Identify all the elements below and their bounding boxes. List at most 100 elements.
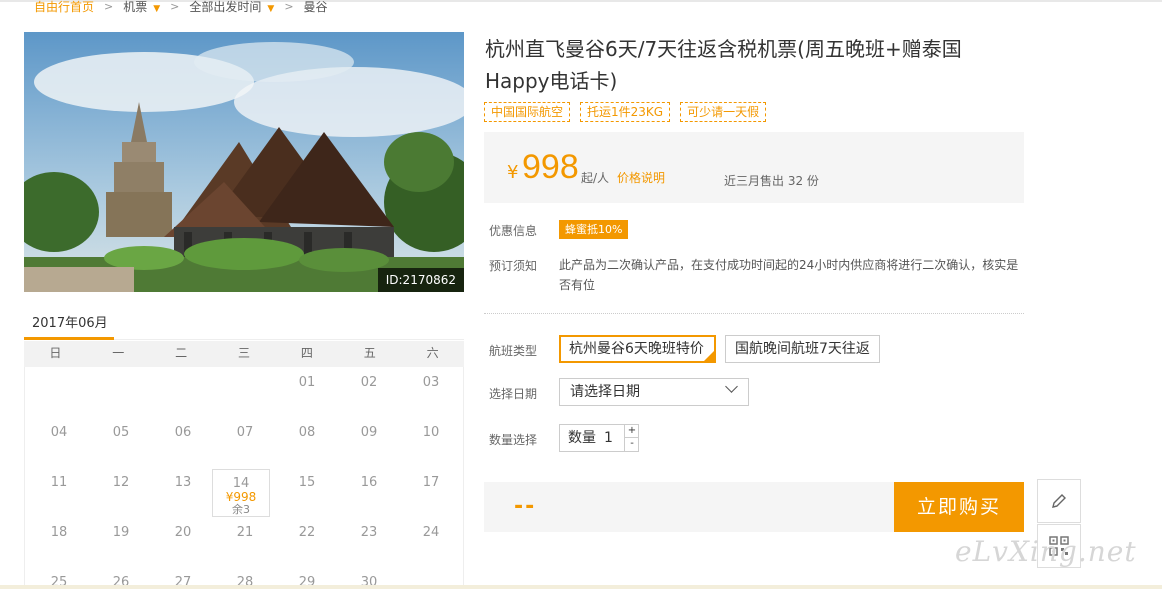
total-bar: -- <box>484 482 894 532</box>
calendar-day: 18 <box>28 517 90 565</box>
calendar-day: 02 <box>338 367 400 415</box>
selected-corner-icon <box>704 351 714 361</box>
flight-type-label: 航班类型 <box>489 344 538 358</box>
calendar-day: 12 <box>90 467 152 515</box>
calendar-day: 16 <box>338 467 400 515</box>
calendar-grid: 01 02 03 04 05 06 07 08 09 10 11 12 13 14 ¥998 余3 15 16 17… <box>24 367 464 589</box>
chevron-right-icon: > <box>170 0 180 13</box>
calendar-day-number: 13 <box>174 475 192 490</box>
breadcrumb-flights[interactable]: 机票 ▼ <box>123 0 160 15</box>
flight-option-hangzhou-bangkok[interactable]: 杭州曼谷6天晚班特价 <box>559 335 716 363</box>
edit-tool-button[interactable] <box>1037 479 1081 523</box>
buy-now-button[interactable]: 立即购买 <box>894 482 1024 532</box>
calendar-day: 11 <box>28 467 90 515</box>
promo-badge: 蜂蜜抵10% <box>559 220 629 239</box>
calendar-day-number: 14 <box>232 476 250 491</box>
calendar-day: 17 <box>400 467 462 515</box>
weekday-label: 五 <box>363 346 376 360</box>
calendar-day-number: 20 <box>174 525 192 540</box>
calendar-day-number: 08 <box>298 425 316 440</box>
flight-option-air-china[interactable]: 国航晚间航班7天往返 <box>725 335 880 363</box>
calendar-day: 06 <box>152 417 214 465</box>
tag-airline: 中国国际航空 <box>484 102 571 122</box>
active-month-indicator <box>24 337 114 340</box>
calendar-day-number: 05 <box>112 425 130 440</box>
calendar-day: 24 <box>400 517 462 565</box>
temple-photo <box>24 32 464 292</box>
price-unit: 起/人 <box>581 171 610 185</box>
quantity-stepper: 数量 1 + - <box>559 424 639 452</box>
calendar-day: 20 <box>152 517 214 565</box>
calendar-day-number: 10 <box>422 425 440 440</box>
calendar-day: 04 <box>28 417 90 465</box>
calendar-day-number: 21 <box>236 525 254 540</box>
calendar-day-number: 07 <box>236 425 254 440</box>
calendar-day: 21 <box>214 517 276 565</box>
calendar-day-number: 19 <box>112 525 130 540</box>
calendar-day-number: 06 <box>174 425 192 440</box>
calendar-day-number: 24 <box>422 525 440 540</box>
weekday-label: 日 <box>49 346 62 360</box>
sold-count: 近三月售出 32 份 <box>724 174 819 188</box>
breadcrumb: 自由行首页 > 机票 ▼ > 全部出发时间 ▼ > 曼谷 <box>34 0 328 14</box>
calendar-day-number: 17 <box>422 475 440 490</box>
calendar-day-number: 11 <box>50 475 68 490</box>
price-note-link[interactable]: 价格说明 <box>617 169 665 186</box>
calendar-day-number: 15 <box>298 475 316 490</box>
calendar-day: 23 <box>338 517 400 565</box>
weekday-label: 二 <box>175 346 188 360</box>
breadcrumb-departure-time[interactable]: 全部出发时间 ▼ <box>189 0 274 15</box>
calendar-day: 08 <box>276 417 338 465</box>
watermark-logo: eLvXing.net <box>955 535 1137 568</box>
price-amount: 998 <box>522 148 579 186</box>
calendar-day[interactable]: 14 ¥998 余3 <box>212 469 270 517</box>
quantity-increase-button[interactable]: + <box>624 425 639 438</box>
photo-id-label: ID:2170862 <box>377 268 464 292</box>
calendar-day-number: 22 <box>298 525 316 540</box>
calendar-day: 15 <box>276 467 338 515</box>
tag-baggage: 托运1件23KG <box>580 102 671 122</box>
product-photo: ID:2170862 <box>24 32 464 292</box>
calendar-day-number: 18 <box>50 525 68 540</box>
calendar-day: 05 <box>90 417 152 465</box>
calendar-day-remaining: 余3 <box>232 503 250 516</box>
calendar-day-number: 09 <box>360 425 378 440</box>
date-select-value: 请选择日期 <box>570 384 640 400</box>
calendar-day: 07 <box>214 417 276 465</box>
calendar-day-number: 04 <box>50 425 68 440</box>
calendar-day-number: 02 <box>360 375 378 390</box>
caret-down-icon: ▼ <box>267 3 275 14</box>
divider <box>484 313 1024 314</box>
breadcrumb-home-link[interactable]: 自由行首页 <box>34 0 94 15</box>
promo-label: 优惠信息 <box>489 224 538 238</box>
calendar-day-number: 03 <box>422 375 440 390</box>
quantity-value[interactable]: 1 <box>604 425 613 451</box>
weekday-label: 一 <box>112 346 125 360</box>
tag-leave: 可少请一天假 <box>680 102 767 122</box>
calendar-day-number: 16 <box>360 475 378 490</box>
calendar-month[interactable]: 2017年06月 <box>32 312 108 331</box>
date-select[interactable]: 请选择日期 <box>559 378 749 406</box>
calendar-day: 10 <box>400 417 462 465</box>
calendar-day: 22 <box>276 517 338 565</box>
product-tags: 中国国际航空 托运1件23KG 可少请一天假 <box>484 102 767 122</box>
quantity-inner-label: 数量 <box>568 430 596 446</box>
weekday-label: 六 <box>426 346 439 360</box>
calendar-day: 09 <box>338 417 400 465</box>
chevron-right-icon: > <box>284 0 294 13</box>
breadcrumb-bangkok: 曼谷 <box>303 0 328 14</box>
currency-symbol: ¥ <box>507 162 519 183</box>
price-panel: ¥ 998 起/人 价格说明 近三月售出 32 份 <box>484 132 1024 203</box>
total-price: -- <box>514 494 537 519</box>
bottom-border <box>0 585 1162 589</box>
notice-text: 此产品为二次确认产品，在支付成功时间起的24小时内供应商将进行二次确认，核实是否… <box>559 258 1019 292</box>
caret-down-icon: ▼ <box>153 3 161 14</box>
pencil-icon <box>1052 494 1066 508</box>
product-title: 杭州直飞曼谷6天/7天往返含税机票(周五晚班+赠泰国Happy电话卡) <box>485 37 962 93</box>
flight-option-label: 国航晚间航班7天往返 <box>735 341 870 357</box>
quantity-decrease-button[interactable]: - <box>624 438 639 451</box>
weekday-label: 三 <box>238 346 251 360</box>
calendar-weekday-header: 日 一 二 三 四 五 六 <box>24 341 464 367</box>
flight-option-label: 杭州曼谷6天晚班特价 <box>569 341 704 357</box>
chevron-right-icon: > <box>104 0 114 13</box>
